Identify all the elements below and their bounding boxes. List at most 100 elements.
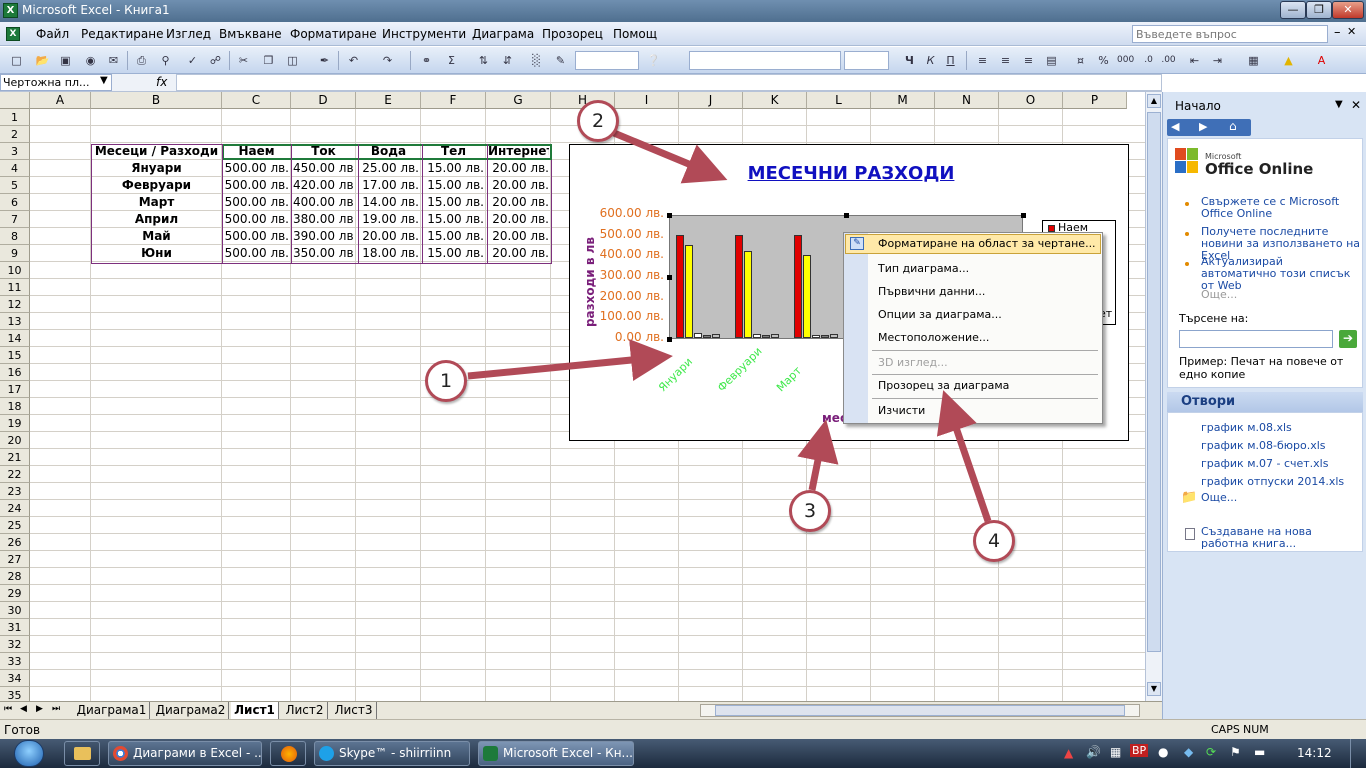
tray-language[interactable]: BP — [1130, 744, 1149, 757]
row-header[interactable]: 14 — [0, 330, 30, 347]
row-header[interactable]: 10 — [0, 262, 30, 279]
minimize-button[interactable]: — — [1280, 1, 1306, 19]
print-preview-icon[interactable]: ⚲ — [157, 52, 174, 69]
drawing-icon[interactable]: ✎ — [552, 52, 569, 69]
underline-icon[interactable]: П — [942, 52, 959, 69]
scroll-up-icon[interactable]: ▲ — [1147, 94, 1161, 108]
hscroll-thumb[interactable] — [715, 705, 1125, 716]
print-icon[interactable]: ⎙ — [133, 52, 150, 69]
hyperlink-icon[interactable]: ⚭ — [418, 52, 435, 69]
permission-icon[interactable]: ◉ — [82, 52, 99, 69]
row-header[interactable]: 24 — [0, 500, 30, 517]
tray-bluetooth-icon[interactable]: ◆ — [1184, 745, 1193, 759]
chevron-down-icon[interactable]: ▼ — [100, 75, 108, 86]
chart-title[interactable]: МЕСЕЧНИ РАЗХОДИ — [736, 163, 966, 184]
row-header[interactable]: 30 — [0, 602, 30, 619]
chart-bar[interactable] — [676, 234, 684, 338]
tray-power-icon[interactable]: ▬ — [1254, 745, 1265, 759]
row-header[interactable]: 35 — [0, 687, 30, 701]
sort-ascending-icon[interactable]: ⇅ — [475, 52, 492, 69]
column-header[interactable]: N — [935, 92, 999, 109]
row-header[interactable]: 11 — [0, 279, 30, 296]
save-icon[interactable]: ▣ — [57, 52, 74, 69]
chart-bar[interactable] — [812, 335, 820, 338]
tray-flag-icon[interactable]: ⚑ — [1230, 745, 1241, 759]
decrease-decimal-icon[interactable]: .00 — [1160, 52, 1177, 69]
menu-item-chart-window[interactable]: Прозорец за диаграма — [878, 378, 1009, 394]
row-header[interactable]: 6 — [0, 194, 30, 211]
tray-clock[interactable]: 14:12 — [1297, 746, 1332, 760]
menu-item-location[interactable]: Местоположение... — [878, 330, 989, 346]
column-header[interactable]: M — [871, 92, 935, 109]
search-input[interactable] — [1179, 330, 1333, 348]
first-sheet-icon[interactable]: ⏮ — [4, 704, 12, 714]
menu-view[interactable]: Изглед — [166, 27, 211, 41]
recent-file-link[interactable]: график м.07 - счет.xls — [1201, 458, 1328, 470]
percent-icon[interactable]: % — [1095, 52, 1112, 69]
menu-insert[interactable]: Вмъкване — [219, 27, 282, 41]
new-icon[interactable]: □ — [8, 52, 25, 69]
menu-tools[interactable]: Инструменти — [382, 27, 466, 41]
select-all-corner[interactable] — [0, 92, 30, 109]
column-header[interactable]: G — [486, 92, 551, 109]
column-header[interactable]: E — [356, 92, 421, 109]
scroll-thumb[interactable] — [1147, 112, 1161, 652]
row-header[interactable]: 27 — [0, 551, 30, 568]
column-header[interactable]: I — [615, 92, 679, 109]
tab-chart2[interactable]: Диаграма2 — [153, 702, 229, 719]
row-header[interactable]: 33 — [0, 653, 30, 670]
borders-icon[interactable]: ▦ — [1245, 52, 1262, 69]
row-header[interactable]: 7 — [0, 211, 30, 228]
menu-item-chart-options[interactable]: Опции за диаграма... — [878, 307, 1002, 323]
row-header[interactable]: 19 — [0, 415, 30, 432]
link-more-files[interactable]: Още... — [1201, 492, 1237, 504]
menu-help[interactable]: Помощ — [613, 27, 657, 41]
row-header[interactable]: 8 — [0, 228, 30, 245]
spelling-icon[interactable]: ✓ — [184, 52, 201, 69]
menu-file[interactable]: Файл — [36, 27, 69, 41]
maximize-button[interactable]: ❐ — [1306, 1, 1332, 19]
column-header[interactable]: P — [1063, 92, 1127, 109]
row-header[interactable]: 18 — [0, 398, 30, 415]
font-size-select[interactable] — [844, 51, 889, 70]
cut-icon[interactable]: ✂ — [235, 52, 252, 69]
vertical-scrollbar[interactable]: ▲ ▼ — [1145, 92, 1162, 701]
tray-acrobat-icon[interactable]: ▲ — [1064, 746, 1073, 760]
copy-icon[interactable]: ❐ — [260, 52, 277, 69]
row-header[interactable]: 20 — [0, 432, 30, 449]
prev-sheet-icon[interactable]: ◀ — [20, 704, 27, 714]
row-header[interactable]: 21 — [0, 449, 30, 466]
selection-handle[interactable] — [1021, 213, 1026, 218]
help-search-input[interactable]: Въведете въпрос — [1132, 25, 1328, 43]
row-header[interactable]: 12 — [0, 296, 30, 313]
fx-icon[interactable]: fx — [156, 75, 167, 89]
format-painter-icon[interactable]: ✒ — [316, 52, 333, 69]
decrease-indent-icon[interactable]: ⇤ — [1186, 52, 1203, 69]
taskbar-item-skype[interactable]: Skype™ - shiirriinn — [314, 741, 470, 766]
taskbar-item-chrome[interactable]: Диаграми в Excel - ... — [108, 741, 262, 766]
name-box[interactable]: Чертожна пл... — [0, 74, 112, 91]
chart-bar[interactable] — [803, 255, 811, 338]
back-icon[interactable]: ◀ — [1171, 120, 1179, 133]
row-header[interactable]: 31 — [0, 619, 30, 636]
row-header[interactable]: 23 — [0, 483, 30, 500]
paste-icon[interactable]: ◫ — [284, 52, 301, 69]
home-icon[interactable]: ⌂ — [1229, 119, 1237, 133]
chart-bar[interactable] — [762, 334, 770, 338]
menu-edit[interactable]: Редактиране — [81, 27, 164, 41]
taskbar-item-excel[interactable]: Microsoft Excel - Кн... — [478, 741, 634, 766]
row-header[interactable]: 9 — [0, 245, 30, 262]
last-sheet-icon[interactable]: ⏭ — [52, 704, 60, 714]
row-header[interactable]: 4 — [0, 160, 30, 177]
column-header[interactable]: D — [291, 92, 356, 109]
tray-sync-icon[interactable]: ⟳ — [1206, 745, 1216, 759]
tray-network-icon[interactable]: ▦ — [1110, 745, 1121, 759]
document-icon[interactable]: X — [6, 27, 20, 41]
font-color-icon[interactable]: A — [1313, 52, 1330, 69]
next-sheet-icon[interactable]: ▶ — [36, 704, 43, 714]
chart-bar[interactable] — [694, 332, 702, 338]
comma-style-icon[interactable]: 000 — [1117, 52, 1134, 69]
menu-item-format-plot-area[interactable]: Форматиране на област за чертане... — [878, 236, 1096, 252]
increase-indent-icon[interactable]: ⇥ — [1209, 52, 1226, 69]
align-center-icon[interactable]: ≡ — [997, 52, 1014, 69]
